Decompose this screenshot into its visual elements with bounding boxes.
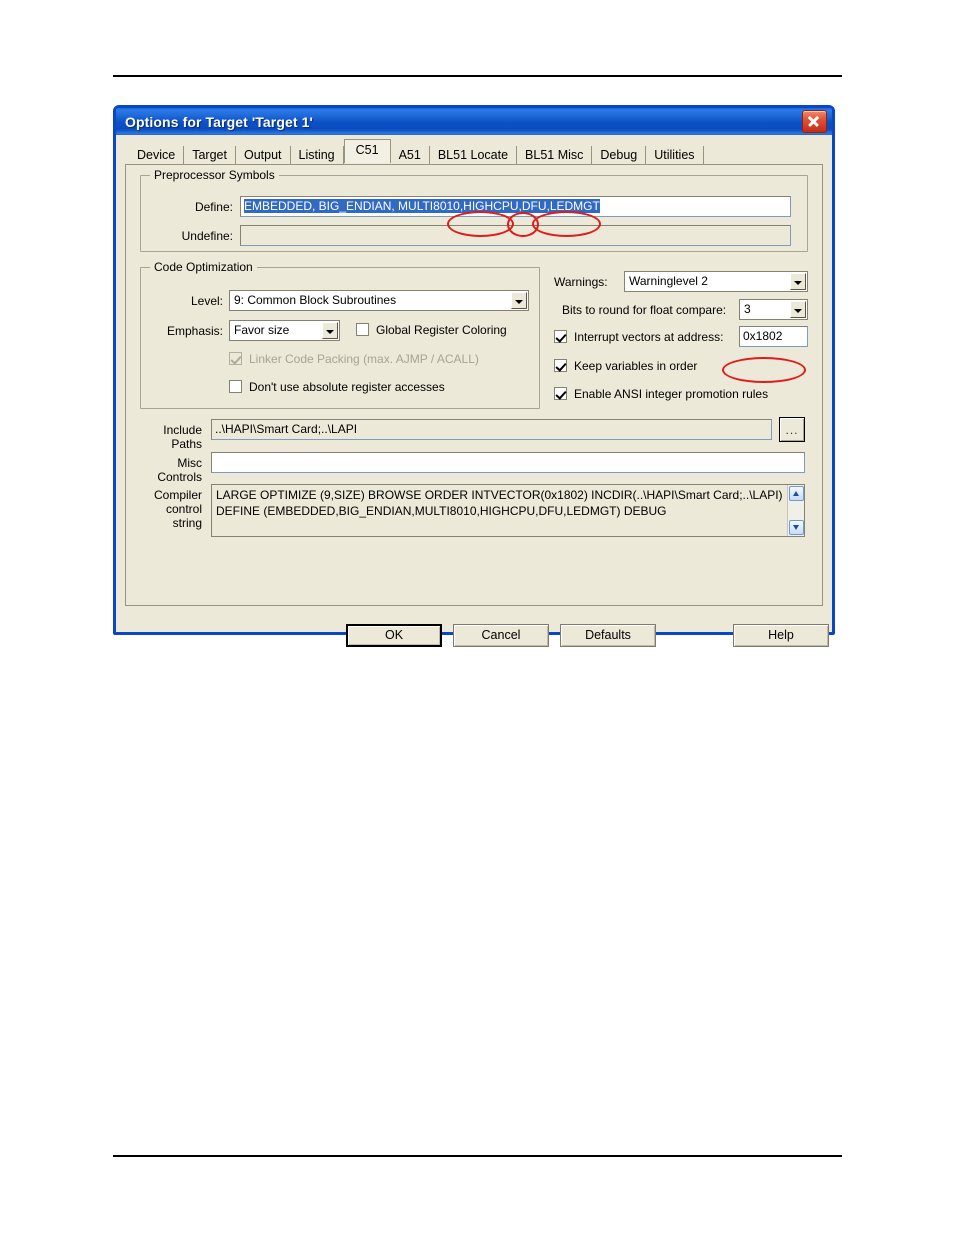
dialog-title: Options for Target 'Target 1' [125, 113, 313, 130]
define-input-value: EMBEDDED, BIG_ENDIAN, MULTI8010,HIGHCPU,… [244, 199, 600, 213]
dont-use-absolute-register-accesses-label: Don't use absolute register accesses [249, 380, 445, 394]
keep-variables-in-order-label: Keep variables in order [574, 359, 698, 373]
chevron-down-icon[interactable] [322, 322, 338, 339]
level-label: Level: [190, 294, 223, 308]
misc-controls-input[interactable] [211, 452, 805, 473]
code-optimization-legend: Code Optimization [150, 260, 257, 274]
emphasis-label: Emphasis: [166, 324, 223, 338]
tab-debug[interactable]: Debug [592, 146, 647, 166]
interrupt-vectors-checkbox[interactable] [554, 330, 567, 343]
bits-to-round-value: 3 [744, 302, 751, 316]
compiler-control-string-scrollbar[interactable] [787, 485, 804, 536]
tab-utilities[interactable]: Utilities [646, 146, 704, 166]
page-header-rule [113, 75, 842, 77]
scroll-down-icon[interactable] [789, 520, 804, 535]
emphasis-combo[interactable]: Favor size [229, 320, 340, 341]
define-input[interactable]: EMBEDDED, BIG_ENDIAN, MULTI8010,HIGHCPU,… [240, 196, 791, 217]
misc-controls-label-line2: Controls [157, 470, 202, 484]
preprocessor-symbols-group: Preprocessor Symbols Define: EMBEDDED, B… [140, 168, 808, 252]
scroll-up-icon[interactable] [789, 486, 804, 501]
bits-to-round-combo[interactable]: 3 [739, 299, 808, 320]
ansi-integer-promotion-checkbox[interactable] [554, 387, 567, 400]
optimization-level-value: 9: Common Block Subroutines [234, 293, 397, 307]
compiler-control-string-label-line1: Compiler [153, 488, 202, 502]
chevron-down-icon[interactable] [511, 292, 527, 309]
defaults-button[interactable]: Defaults [560, 624, 656, 647]
tab-a51[interactable]: A51 [390, 146, 430, 166]
close-icon[interactable] [802, 110, 827, 133]
help-button[interactable]: Help [733, 624, 829, 647]
include-paths-label-line2: Paths [171, 437, 202, 451]
cancel-button[interactable]: Cancel [453, 624, 549, 647]
ansi-integer-promotion-label: Enable ANSI integer promotion rules [574, 387, 769, 401]
linker-code-packing-checkbox [229, 352, 242, 365]
tab-bl51-locate[interactable]: BL51 Locate [429, 146, 518, 166]
optimization-level-combo[interactable]: 9: Common Block Subroutines [229, 290, 529, 311]
dialog-titlebar[interactable]: Options for Target 'Target 1' [116, 108, 832, 135]
undefine-input[interactable] [240, 225, 791, 246]
linker-code-packing-label: Linker Code Packing (max. AJMP / ACALL) [249, 352, 479, 366]
bits-to-round-label: Bits to round for float compare: [562, 303, 727, 317]
global-register-coloring-checkbox[interactable] [356, 323, 369, 336]
dont-use-absolute-register-accesses-checkbox[interactable] [229, 380, 242, 393]
tab-listing[interactable]: Listing [290, 146, 344, 166]
tab-device[interactable]: Device [129, 146, 185, 166]
tab-c51[interactable]: C51 [343, 139, 391, 163]
undefine-label: Undefine: [181, 229, 233, 243]
ok-button[interactable]: OK [346, 624, 442, 647]
tab-target[interactable]: Target [184, 146, 236, 166]
global-register-coloring-label: Global Register Coloring [376, 323, 507, 337]
define-label: Define: [194, 200, 233, 214]
include-paths-label-line1: Include [163, 423, 202, 437]
chevron-down-icon[interactable] [790, 273, 806, 290]
tab-output[interactable]: Output [235, 146, 291, 166]
page-footer-rule [113, 1155, 842, 1157]
tab-bl51-misc[interactable]: BL51 Misc [517, 146, 593, 166]
include-paths-browse-button[interactable]: ... [779, 417, 805, 442]
c51-tab-page: Preprocessor Symbols Define: EMBEDDED, B… [125, 164, 823, 606]
warnings-label: Warnings: [554, 275, 608, 289]
dialog-body: Device Target Output Listing C51 A51 BL5… [116, 135, 832, 647]
compiler-control-string-label-line3: string [172, 516, 202, 530]
warnings-combo[interactable]: Warninglevel 2 [624, 271, 808, 292]
interrupt-vectors-address-input[interactable]: 0x1802 [739, 326, 808, 347]
compiler-control-string-label-line2: control [165, 502, 202, 516]
preprocessor-symbols-legend: Preprocessor Symbols [150, 168, 279, 182]
emphasis-value: Favor size [234, 323, 290, 337]
misc-controls-label-line1: Misc [177, 456, 202, 470]
interrupt-vectors-label: Interrupt vectors at address: [574, 330, 724, 344]
keep-variables-in-order-checkbox[interactable] [554, 359, 567, 372]
code-optimization-group: Code Optimization Level: 9: Common Block… [140, 260, 540, 409]
options-dialog: Options for Target 'Target 1' Device Tar… [113, 105, 835, 647]
tabstrip: Device Target Output Listing C51 A51 BL5… [129, 139, 823, 166]
compiler-control-string-textarea[interactable]: LARGE OPTIMIZE (9,SIZE) BROWSE ORDER INT… [211, 484, 805, 537]
compiler-control-string-value: LARGE OPTIMIZE (9,SIZE) BROWSE ORDER INT… [216, 488, 783, 518]
include-paths-input[interactable]: ..\HAPI\Smart Card;..\LAPI [211, 419, 772, 440]
chevron-down-icon[interactable] [790, 301, 806, 318]
warnings-value: Warninglevel 2 [629, 274, 708, 288]
